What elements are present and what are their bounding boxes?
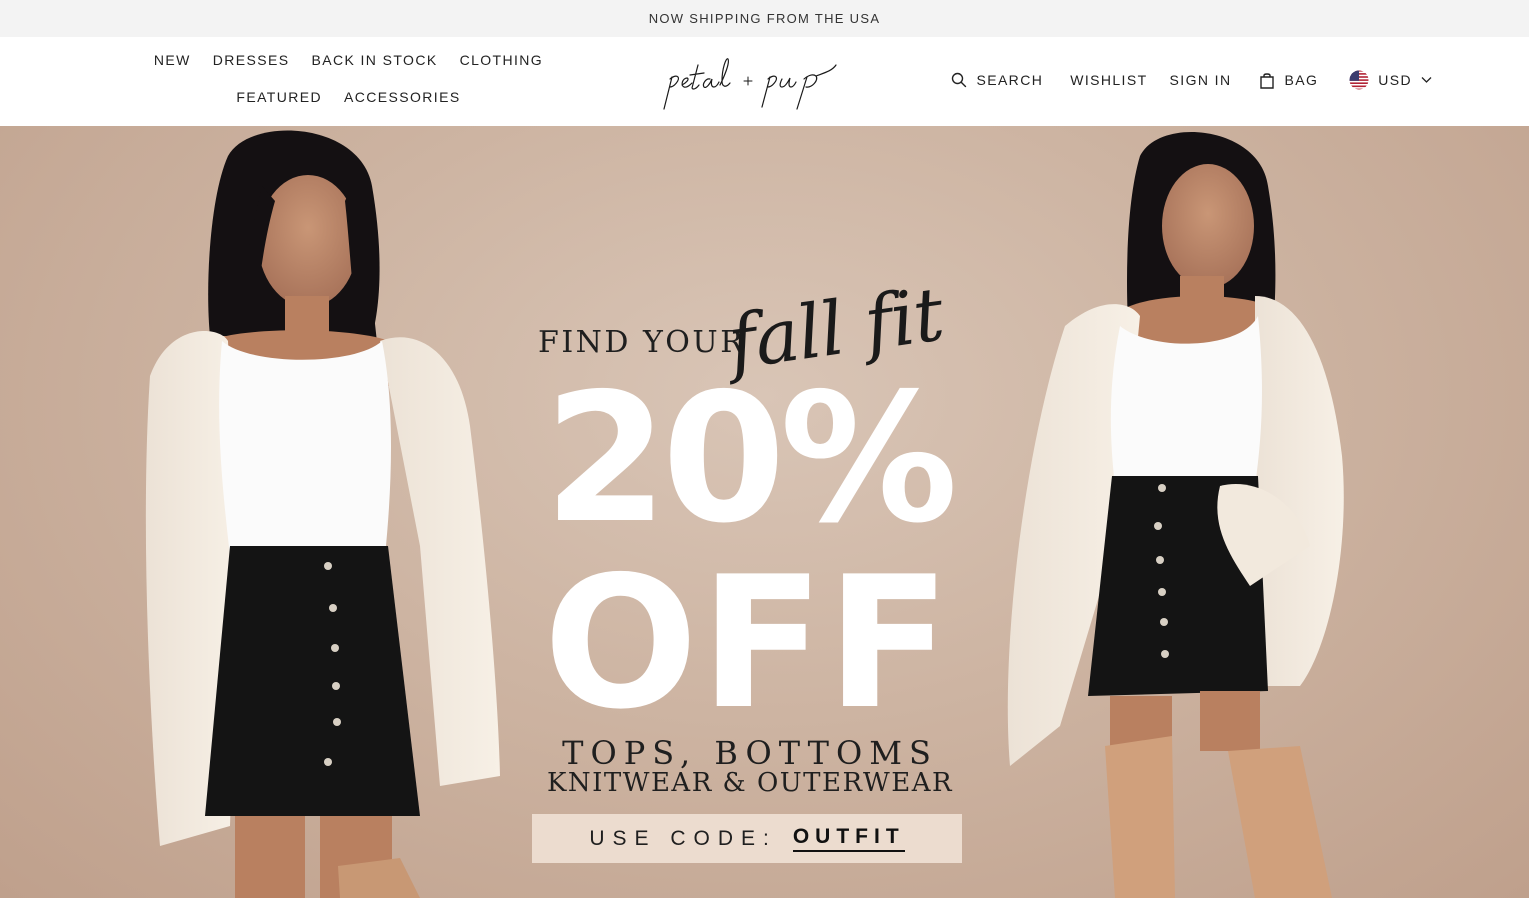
sign-in-label: SIGN IN: [1169, 72, 1232, 88]
promo-categories-line2: KNITWEAR & OUTERWEAR: [546, 768, 954, 798]
sign-in-link[interactable]: SIGN IN: [1170, 69, 1232, 91]
currency-selector[interactable]: USD: [1349, 69, 1432, 91]
left-model: [145, 130, 500, 898]
chevron-down-icon: [1421, 76, 1432, 84]
promo-categories-line1: TOPS, BOTTOMS: [562, 734, 938, 772]
wishlist-label: WISHLIST: [1070, 72, 1148, 88]
promo-percent: 20%: [543, 355, 958, 562]
hero-banner[interactable]: FIND YOUR fall fit 20% OFF TOPS, BOTTOMS…: [0, 126, 1529, 898]
petal-pup-logo[interactable]: [656, 51, 846, 113]
bag-label: BAG: [1284, 72, 1319, 88]
bag-icon: [1259, 72, 1275, 89]
announcement-text: NOW SHIPPING FROM THE USA: [648, 11, 881, 26]
nav-item-new[interactable]: NEW: [143, 49, 202, 71]
right-model: [1007, 132, 1344, 898]
nav-item-clothing[interactable]: CLOTHING: [449, 49, 555, 71]
currency-label: USD: [1378, 72, 1412, 88]
nav-item-featured[interactable]: FEATURED: [225, 86, 333, 108]
search-icon: [951, 72, 967, 88]
announcement-bar: NOW SHIPPING FROM THE USA: [0, 0, 1529, 37]
promo-code-box: USE CODE: OUTFIT: [532, 814, 962, 863]
search-label: SEARCH: [976, 72, 1044, 88]
bag-button[interactable]: BAG: [1259, 69, 1318, 91]
header-actions: SEARCH WISHLIST SIGN IN BAG USD: [951, 69, 1432, 91]
nav-item-back-in-stock[interactable]: BACK IN STOCK: [300, 49, 448, 71]
promo-code-label: USE CODE:: [589, 826, 777, 850]
nav-item-dresses[interactable]: DRESSES: [202, 49, 301, 71]
nav-item-accessories[interactable]: ACCESSORIES: [333, 86, 472, 108]
wishlist-link[interactable]: WISHLIST: [1070, 69, 1147, 91]
main-nav: NEW DRESSES BACK IN STOCK CLOTHING FEATU…: [96, 49, 601, 108]
promo-off: OFF: [543, 537, 953, 749]
us-flag-icon: [1349, 70, 1369, 90]
search-button[interactable]: SEARCH: [951, 69, 1043, 91]
site-header: NEW DRESSES BACK IN STOCK CLOTHING FEATU…: [0, 37, 1529, 126]
promo-code-value: OUTFIT: [792, 825, 905, 852]
